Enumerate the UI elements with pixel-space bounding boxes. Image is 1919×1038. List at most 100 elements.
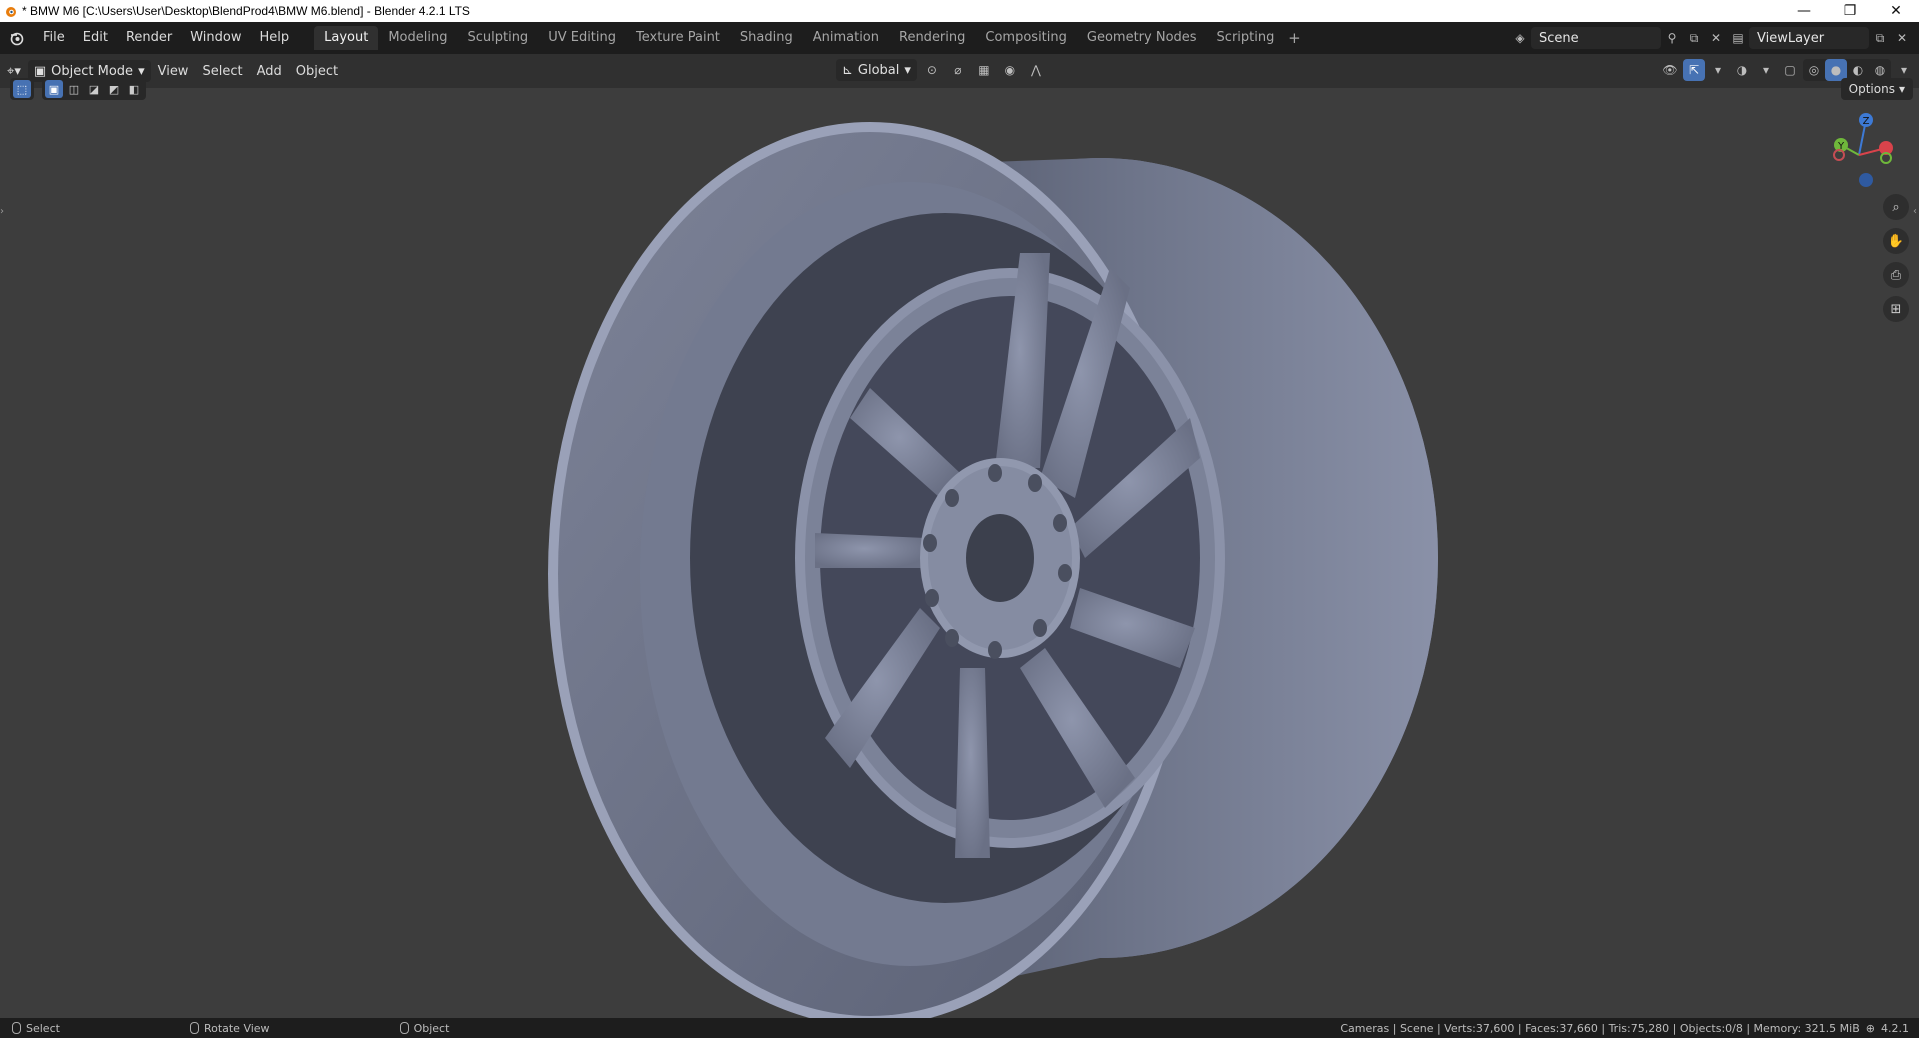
viewlayer-name-field[interactable]: ViewLayer	[1749, 27, 1869, 49]
options-dropdown[interactable]: Options ▾	[1840, 78, 1913, 100]
snap-target-icon[interactable]: ▦	[973, 59, 995, 81]
snap-icon[interactable]: ⌀	[947, 59, 969, 81]
tab-sculpting[interactable]: Sculpting	[457, 26, 538, 50]
blender-logo-icon	[0, 0, 22, 22]
tab-rendering[interactable]: Rendering	[889, 26, 975, 50]
pan-hand-icon[interactable]: ✋	[1883, 228, 1909, 254]
tab-animation[interactable]: Animation	[803, 26, 889, 50]
gizmo-dropdown-icon[interactable]: ▾	[1707, 59, 1729, 81]
version-text: 4.2.1	[1881, 1021, 1909, 1035]
active-tool-box: ⬚	[10, 78, 34, 100]
camera-view-icon[interactable]: ⎙	[1883, 262, 1909, 288]
workspace-tabs: Layout Modeling Sculpting UV Editing Tex…	[314, 26, 1304, 50]
pin-icon[interactable]: ⚲	[1661, 27, 1683, 49]
editor-type-icon: ⌖▾	[7, 63, 21, 79]
menu-select[interactable]: Select	[195, 59, 249, 83]
wireframe-shading-icon[interactable]: ◎	[1803, 59, 1825, 81]
hint-rotate-label: Rotate View	[203, 1021, 270, 1035]
gizmo-toggle-icon[interactable]: ⇱	[1683, 59, 1705, 81]
viewport-header: ⌖▾ ▣ Object Mode ▾ View Select Add Objec…	[0, 54, 1919, 88]
chevron-down-icon: ▾	[904, 62, 911, 78]
viewlayer-selector: ▤ ViewLayer ⧉ ✕	[1727, 26, 1913, 50]
tab-layout[interactable]: Layout	[314, 26, 379, 50]
scene-statistics: Cameras | Scene | Verts:37,600 | Faces:3…	[1340, 1018, 1909, 1038]
stats-text: Cameras | Scene | Verts:37,600 | Faces:3…	[1340, 1021, 1860, 1035]
restore-button[interactable]: ❐	[1827, 0, 1873, 22]
blender-menu-icon[interactable]	[0, 22, 34, 54]
hint-select: Select	[12, 1022, 60, 1035]
navigation-gizmo[interactable]: Z Y	[1829, 110, 1899, 195]
scene-selector: ◈ Scene ⚲ ⧉ ✕	[1509, 26, 1727, 50]
delete-scene-icon[interactable]: ✕	[1705, 27, 1727, 49]
options-label: Options	[1848, 82, 1895, 96]
mode-label: Object Mode	[51, 63, 134, 79]
menu-render[interactable]: Render	[117, 26, 181, 50]
select-cursor-icon[interactable]: ⬚	[13, 80, 31, 98]
hint-object-label: Object	[413, 1021, 450, 1035]
tab-shading[interactable]: Shading	[730, 26, 803, 50]
transform-tools: ⊾ Global ▾ ⊙ ⌀ ▦ ◉ ⋀	[836, 59, 1047, 81]
new-scene-icon[interactable]: ⧉	[1683, 27, 1705, 49]
chevron-down-icon: ▾	[1898, 82, 1905, 96]
select-tool-group: ⬚ ▣ ◫ ◪ ◩ ◧	[10, 78, 146, 100]
close-button[interactable]: ✕	[1873, 0, 1919, 22]
wheel-model	[548, 122, 1438, 1018]
tab-geometry-nodes[interactable]: Geometry Nodes	[1077, 26, 1207, 50]
menu-object[interactable]: Object	[289, 59, 345, 83]
pivot-point-icon[interactable]: ⊙	[921, 59, 943, 81]
tab-texture-paint[interactable]: Texture Paint	[626, 26, 730, 50]
scene-icon[interactable]: ◈	[1509, 27, 1531, 49]
proportional-edit-icon[interactable]: ◉	[999, 59, 1021, 81]
tab-uv-editing[interactable]: UV Editing	[538, 26, 626, 50]
overlays-dropdown-icon[interactable]: ▾	[1755, 59, 1777, 81]
scene-name: Scene	[1539, 30, 1579, 46]
menu-window[interactable]: Window	[181, 26, 250, 50]
mouse-right-icon	[399, 1022, 409, 1034]
toolbar-expand-icon[interactable]: ›	[0, 206, 4, 217]
new-viewlayer-icon[interactable]: ⧉	[1869, 27, 1891, 49]
viewlayer-icon[interactable]: ▤	[1727, 27, 1749, 49]
hint-select-label: Select	[26, 1021, 60, 1035]
select-new-icon[interactable]: ▣	[45, 80, 63, 98]
sidebar-expand-icon[interactable]: ‹	[1913, 206, 1917, 217]
selection-mode-box: ▣ ◫ ◪ ◩ ◧	[42, 78, 146, 100]
top-menubar: File Edit Render Window Help Layout Mode…	[0, 22, 1919, 54]
menu-file[interactable]: File	[34, 26, 74, 50]
select-intersect-icon[interactable]: ◧	[125, 80, 143, 98]
menu-help[interactable]: Help	[251, 26, 299, 50]
orientation-icon: ⊾	[842, 62, 853, 78]
network-icon: ⊕	[1865, 1021, 1875, 1035]
gizmo-z-label: Z	[1863, 116, 1870, 127]
tab-modeling[interactable]: Modeling	[378, 26, 457, 50]
chevron-down-icon: ▾	[138, 63, 145, 79]
mouse-left-icon	[12, 1022, 21, 1034]
perspective-grid-icon[interactable]: ⊞	[1883, 296, 1909, 322]
menu-view[interactable]: View	[151, 59, 196, 83]
delete-viewlayer-icon[interactable]: ✕	[1891, 27, 1913, 49]
hint-rotate: Rotate View	[189, 1021, 270, 1035]
select-extend-icon[interactable]: ◫	[65, 80, 83, 98]
orientation-label: Global	[857, 62, 900, 78]
window-titlebar: * BMW M6 [C:\Users\User\Desktop\BlendPro…	[0, 0, 1919, 22]
transform-orientation-dropdown[interactable]: ⊾ Global ▾	[836, 59, 917, 81]
menu-edit[interactable]: Edit	[74, 26, 117, 50]
visibility-icon[interactable]: 👁	[1659, 59, 1681, 81]
object-mode-icon: ▣	[33, 63, 47, 79]
status-bar: Select Rotate View Object Cameras | Scen…	[0, 1018, 1919, 1038]
xray-icon[interactable]: ▢	[1779, 59, 1801, 81]
viewport-nav-buttons: ⌕ ✋ ⎙ ⊞	[1883, 194, 1909, 322]
add-workspace-button[interactable]: +	[1284, 29, 1304, 47]
minimize-button[interactable]: —	[1781, 0, 1827, 22]
scene-name-field[interactable]: Scene	[1531, 27, 1661, 49]
tab-scripting[interactable]: Scripting	[1207, 26, 1285, 50]
3d-viewport[interactable]: › ‹	[0, 88, 1919, 1018]
overlays-icon[interactable]: ◑	[1731, 59, 1753, 81]
select-subtract-icon[interactable]: ◪	[85, 80, 103, 98]
mouse-middle-icon	[189, 1022, 199, 1034]
zoom-icon[interactable]: ⌕	[1883, 194, 1909, 220]
falloff-icon[interactable]: ⋀	[1025, 59, 1047, 81]
select-invert-icon[interactable]: ◩	[105, 80, 123, 98]
menu-add[interactable]: Add	[250, 59, 289, 83]
viewlayer-name: ViewLayer	[1757, 30, 1825, 46]
tab-compositing[interactable]: Compositing	[975, 26, 1077, 50]
